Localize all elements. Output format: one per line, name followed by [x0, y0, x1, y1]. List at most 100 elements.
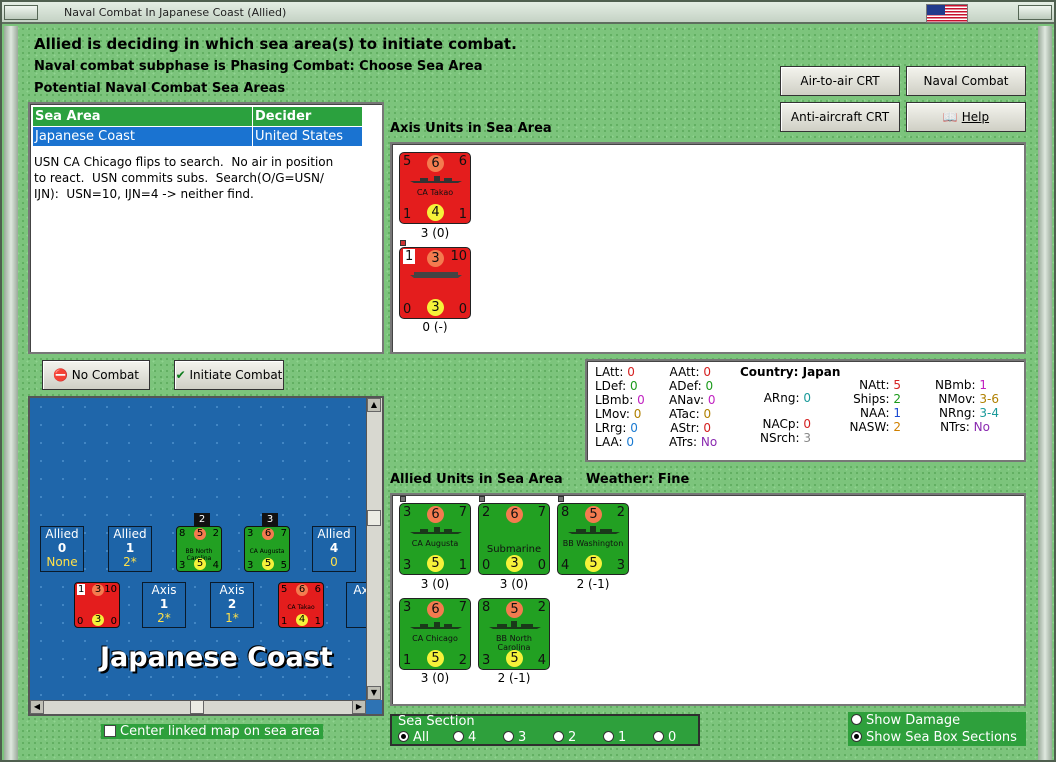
unit-value: 7: [537, 505, 546, 520]
sea-box-axis-1[interactable]: Axis 1 2*: [142, 582, 186, 628]
air-to-air-crt-button[interactable]: Air-to-air CRT: [780, 66, 900, 96]
scroll-left-arrow-icon[interactable]: ◀: [30, 700, 44, 714]
unit-caption: 3 (0): [420, 577, 450, 591]
box-count: 2*: [123, 555, 137, 569]
show-damage-option[interactable]: Show Damage: [851, 713, 960, 728]
stat-value: 0: [803, 417, 811, 431]
sea-section-option-4[interactable]: 4: [453, 730, 503, 745]
radio-button[interactable]: [603, 731, 614, 742]
initiate-combat-button[interactable]: ✔ Initiate Combat: [174, 360, 284, 390]
unit-value: 5: [194, 528, 206, 540]
show-sea-box-label: Show Sea Box Sections: [866, 730, 1017, 745]
map-vertical-scrollbar[interactable]: ▲ ▼: [366, 398, 382, 700]
unit-value: 3: [403, 505, 412, 520]
radio-button[interactable]: [851, 714, 862, 725]
naval-combat-chart-button[interactable]: Naval Combat Chart: [906, 66, 1026, 116]
unit-value: 5: [427, 650, 444, 667]
radio-button[interactable]: [851, 731, 862, 742]
sea-area-map[interactable]: Allied 0 None Allied 1 2* Allied 4 0 Axi…: [28, 396, 384, 716]
unit-counter[interactable]: 1 3 10 0 3 0: [399, 247, 471, 319]
box-number: 2: [227, 597, 237, 611]
unit-counter[interactable]: 8 5 2 BB North Carolina 3 5 4: [478, 598, 550, 670]
stat-label: LAtt:: [595, 365, 624, 379]
radio-button[interactable]: [398, 731, 409, 742]
unit-counter[interactable]: 8 5 2 BB Washington 4 5 3: [557, 503, 629, 575]
stat-row: LAA: 0: [595, 435, 634, 449]
stat-row: NRng: 3-4: [935, 406, 999, 420]
unit-value: 1: [458, 207, 467, 222]
unit-value: 0: [110, 616, 117, 627]
unit-value: 0: [77, 616, 84, 627]
stat-row: ATrs: No: [669, 435, 717, 449]
sea-box-allied-0[interactable]: Allied 0 None: [40, 526, 84, 572]
stat-row: NBmb: 1: [935, 378, 987, 392]
box-count: 1*: [225, 611, 239, 625]
sea-section-option-all[interactable]: All: [398, 730, 453, 745]
unit-value: 2: [212, 528, 219, 539]
unit-value: 3: [427, 250, 444, 267]
scroll-thumb[interactable]: [190, 700, 204, 714]
table-row[interactable]: Japanese Coast United States: [32, 126, 363, 147]
unit-value: 4: [296, 614, 308, 626]
map-unit-counter[interactable]: 852 BB North Carolina 354: [176, 526, 222, 572]
sea-section-option-0[interactable]: 0: [653, 730, 693, 745]
sea-section-option-2[interactable]: 2: [553, 730, 603, 745]
unit-value: 8: [179, 528, 186, 539]
help-button[interactable]: 📖 Help: [906, 102, 1026, 132]
window-close-button[interactable]: [1018, 5, 1052, 20]
unit-counter[interactable]: 5 6 6 CA Takao 1 4 1: [399, 152, 471, 224]
sea-box-axis-2[interactable]: Axis 2 1*: [210, 582, 254, 628]
map-unit-counter[interactable]: 566 CA Takao 141: [278, 582, 324, 628]
map-unit-counter[interactable]: 1 3 10 030: [74, 582, 120, 628]
stat-value: 0: [803, 391, 811, 405]
unit-value: 1: [403, 653, 412, 668]
unit-value: 6: [458, 154, 467, 169]
unit-value: 3: [427, 299, 444, 316]
scroll-right-arrow-icon[interactable]: ▶: [352, 700, 366, 714]
no-combat-button[interactable]: ⛔ No Combat: [42, 360, 150, 390]
stat-row: NSrch: 3: [759, 431, 811, 445]
anti-aircraft-crt-button[interactable]: Anti-aircraft CRT: [780, 102, 900, 132]
scroll-down-arrow-icon[interactable]: ▼: [367, 686, 381, 700]
show-sea-box-sections-option[interactable]: Show Sea Box Sections: [851, 730, 1017, 745]
stat-label: AAtt:: [669, 365, 700, 379]
unit-value: 3: [482, 653, 491, 668]
center-linked-map-option[interactable]: Center linked map on sea area: [101, 724, 323, 739]
scroll-up-arrow-icon[interactable]: ▲: [367, 398, 381, 412]
stat-value: 5: [893, 378, 901, 392]
stat-label: NAA:: [859, 406, 890, 420]
unit-stats-panel: LAtt: 0 LDef: 0 LBmb: 0 LMov: 0 LRrg: 0 …: [585, 359, 1026, 462]
stat-value: 0: [627, 365, 635, 379]
stat-row: AStr: 0: [669, 421, 711, 435]
map-view[interactable]: Allied 0 None Allied 1 2* Allied 4 0 Axi…: [30, 398, 376, 700]
unit-counter[interactable]: 2 6 7 Submarine 0 3 0: [478, 503, 550, 575]
weather-label: Weather:: [586, 472, 654, 487]
radio-button[interactable]: [653, 731, 664, 742]
sea-box-allied-1[interactable]: Allied 1 2*: [108, 526, 152, 572]
unit-value: 10: [104, 584, 117, 595]
stat-value: 0: [703, 421, 711, 435]
box-count: 0: [330, 555, 338, 569]
stat-value: 0: [626, 435, 635, 449]
radio-button[interactable]: [553, 731, 564, 742]
map-unit-counter[interactable]: 367 CA Augusta 355: [244, 526, 290, 572]
radio-button[interactable]: [503, 731, 514, 742]
unit-value: 1: [77, 584, 86, 595]
scroll-thumb[interactable]: [367, 510, 381, 526]
unit-value: 6: [262, 528, 274, 540]
sea-section-option-1[interactable]: 1: [603, 730, 653, 745]
unit-counter[interactable]: 3 6 7 CA Augusta 3 5 1: [399, 503, 471, 575]
unit-value: 0: [482, 558, 491, 573]
map-horizontal-scrollbar[interactable]: ◀ ▶: [30, 700, 366, 714]
stat-value: 2: [893, 392, 901, 406]
checkbox[interactable]: [104, 725, 116, 737]
unit-value: 5: [262, 558, 274, 570]
sea-section-option-3[interactable]: 3: [503, 730, 553, 745]
radio-button[interactable]: [453, 731, 464, 742]
stat-label: NTrs:: [940, 420, 970, 434]
unit-counter[interactable]: 3 6 7 CA Chicago 1 5 2: [399, 598, 471, 670]
window-menu-button[interactable]: [4, 5, 38, 20]
stat-label: Ships:: [853, 392, 890, 406]
unit-value: 5: [427, 555, 444, 572]
sea-box-allied-4[interactable]: Allied 4 0: [312, 526, 356, 572]
